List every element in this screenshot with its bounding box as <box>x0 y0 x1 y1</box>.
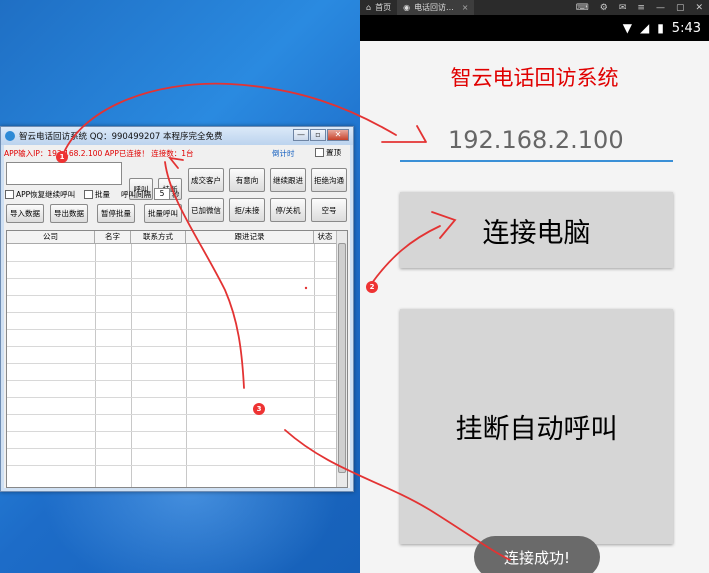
column-divider <box>95 244 96 487</box>
app-icon <box>5 131 15 141</box>
column-divider <box>131 244 132 487</box>
export-data-button[interactable]: 导出数据 <box>50 204 88 223</box>
wifi-icon: ▼ <box>622 21 632 35</box>
stopped-off-button[interactable]: 停/关机 <box>270 198 306 222</box>
window-title: 智云电话回访系统 QQ：990499207 本程序完全免费 <box>19 132 223 142</box>
column-contact[interactable]: 联系方式 <box>131 231 186 244</box>
phone-app-title: 智云电话回访系统 <box>450 66 619 90</box>
status-icons: ▼ ◢ ▮ 5:43 <box>615 15 701 41</box>
interval-input[interactable]: 5 <box>154 188 170 200</box>
added-wechat-button[interactable]: 已加微信 <box>188 198 224 222</box>
app-tab-icon: ◉ <box>403 3 411 12</box>
skip-called-option[interactable]: APP恢复继续呼叫 <box>5 189 75 200</box>
toast-message: 连接成功! <box>474 536 600 573</box>
pin-checkbox[interactable]: 置顶 <box>315 147 341 158</box>
restore-icon[interactable]: ▢ <box>676 3 685 13</box>
pin-checkbox-box[interactable] <box>315 148 324 157</box>
skip-called-checkbox[interactable] <box>5 190 14 199</box>
phone-number-input[interactable] <box>6 162 122 185</box>
status-time: 5:43 <box>671 20 701 36</box>
batch-checkbox[interactable] <box>84 190 93 199</box>
import-data-button[interactable]: 导入数据 <box>6 204 44 223</box>
row-divider <box>7 448 337 449</box>
window-controls: — ▫ ✕ <box>292 129 349 141</box>
refuse-button[interactable]: 拒绝沟通 <box>311 168 347 192</box>
emulator-toolbar: ⌨ ⚙ ✉ ≡ — ▢ ✕ <box>565 0 703 15</box>
window-titlebar[interactable]: 智云电话回访系统 QQ：990499207 本程序完全免费 — ▫ ✕ <box>1 127 353 145</box>
connect-computer-button[interactable]: 连接电脑 <box>400 192 673 268</box>
close-icon[interactable]: ✕ <box>695 3 703 13</box>
menu-icon[interactable]: ≡ <box>637 3 645 13</box>
keyboard-icon[interactable]: ⌨ <box>576 3 589 13</box>
table-header: 公司 名字 联系方式 跟进记录 状态 <box>7 231 337 244</box>
column-divider <box>186 244 187 487</box>
desktop-background: 智云电话回访系统 QQ：990499207 本程序完全免费 — ▫ ✕ APP输… <box>0 0 360 573</box>
emulator-tab-home[interactable]: ⌂ 首页 <box>360 0 397 15</box>
column-company[interactable]: 公司 <box>7 231 95 244</box>
row-divider <box>7 329 337 330</box>
column-follow-record[interactable]: 跟进记录 <box>186 231 314 244</box>
pin-label: 置顶 <box>326 148 341 157</box>
close-button[interactable]: ✕ <box>327 129 349 141</box>
continue-follow-button[interactable]: 继续跟进 <box>270 168 306 192</box>
windows-app-window: 智云电话回访系统 QQ：990499207 本程序完全免费 — ▫ ✕ APP输… <box>0 126 354 492</box>
settings-icon[interactable]: ⚙ <box>600 3 608 13</box>
annotation-badge-3: 3 <box>253 403 265 415</box>
home-icon: ⌂ <box>366 3 372 12</box>
column-status[interactable]: 状态 <box>314 231 337 244</box>
column-divider <box>314 244 315 487</box>
annotation-badge-1: 1 <box>56 151 68 163</box>
mail-icon[interactable]: ✉ <box>619 3 627 13</box>
interval-label: 呼叫间隔 <box>121 190 151 199</box>
table-scrollbar[interactable] <box>336 231 347 487</box>
connection-status-text: APP输入IP：192.168.2.100 APP已连接！ 连接数：1台 <box>4 149 194 158</box>
hangup-auto-call-button[interactable]: 挂断自动呼叫 <box>400 309 673 544</box>
pause-batch-button[interactable]: 暂停批量 <box>97 204 135 223</box>
android-status-bar: ▼ ◢ ▮ 5:43 <box>360 15 709 41</box>
emulator-tab-home-label: 首页 <box>375 3 392 12</box>
row-divider <box>7 312 337 313</box>
row-divider <box>7 295 337 296</box>
row-divider <box>7 363 337 364</box>
column-name[interactable]: 名字 <box>95 231 131 244</box>
annotation-badge-2: 2 <box>366 281 378 293</box>
scrollbar-thumb[interactable] <box>338 243 346 473</box>
row-divider <box>7 278 337 279</box>
minimize-icon[interactable]: — <box>656 3 665 13</box>
batch-option[interactable]: 批量 <box>84 189 110 200</box>
batch-call-button[interactable]: 批量呼叫 <box>144 204 182 223</box>
emulator-tabbar: ⌂ 首页 ◉ 电话回访... × ⌨ ⚙ ✉ ≡ — ▢ ✕ <box>360 0 709 15</box>
emulator-tab-app-label: 电话回访... <box>414 3 454 12</box>
tab-close-icon[interactable]: × <box>462 3 469 12</box>
contacts-table[interactable]: 公司 名字 联系方式 跟进记录 状态 <box>6 230 348 488</box>
row-divider <box>7 414 337 415</box>
window-client-area: APP输入IP：192.168.2.100 APP已连接！ 连接数：1台 倒计时… <box>4 145 350 488</box>
seconds-unit-label: 秒 <box>172 190 180 199</box>
battery-icon: ▮ <box>657 21 664 35</box>
refused-unanswered-button[interactable]: 拒/未接 <box>229 198 265 222</box>
batch-label: 批量 <box>95 190 110 199</box>
row-divider <box>7 261 337 262</box>
row-divider <box>7 431 337 432</box>
empty-number-button[interactable]: 空号 <box>311 198 347 222</box>
ip-address-input[interactable]: 192.168.2.100 <box>400 122 673 162</box>
signal-icon: ◢ <box>639 21 650 35</box>
row-divider <box>7 346 337 347</box>
row-divider <box>7 380 337 381</box>
emulator-tab-app[interactable]: ◉ 电话回访... × <box>397 0 475 15</box>
android-emulator: ⌂ 首页 ◉ 电话回访... × ⌨ ⚙ ✉ ≡ — ▢ ✕ ▼ ◢ ▮ 5:4… <box>360 0 709 573</box>
maximize-button[interactable]: ▫ <box>310 129 326 141</box>
countdown-link[interactable]: 倒计时 <box>272 148 295 159</box>
row-divider <box>7 397 337 398</box>
interested-button[interactable]: 有意向 <box>229 168 265 192</box>
minimize-button[interactable]: — <box>293 129 309 141</box>
deal-customer-button[interactable]: 成交客户 <box>188 168 224 192</box>
skip-called-label: APP恢复继续呼叫 <box>16 190 76 199</box>
row-divider <box>7 465 337 466</box>
